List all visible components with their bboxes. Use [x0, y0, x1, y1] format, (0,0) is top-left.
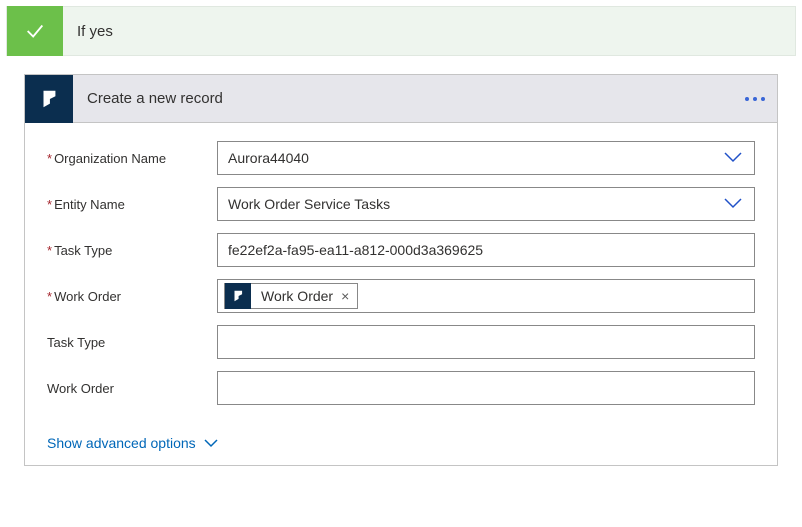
label-work-order-required: *Work Order	[47, 289, 217, 304]
row-organization-name: *Organization Name Aurora44040	[47, 141, 755, 175]
checkmark-icon	[7, 6, 63, 56]
label-organization-name: *Organization Name	[47, 151, 217, 166]
dynamics-icon	[25, 75, 73, 123]
label-work-order: Work Order	[47, 381, 217, 396]
close-icon[interactable]: ×	[341, 288, 357, 304]
label-task-type: Task Type	[47, 335, 217, 350]
row-work-order: Work Order	[47, 371, 755, 405]
dropdown-organization-name[interactable]: Aurora44040	[217, 141, 755, 175]
row-task-type-required: *Task Type fe22ef2a-fa95-ea11-a812-000d3…	[47, 233, 755, 267]
condition-header[interactable]: If yes	[6, 6, 796, 56]
token-work-order[interactable]: Work Order ×	[224, 283, 358, 309]
row-task-type: Task Type	[47, 325, 755, 359]
row-work-order-required: *Work Order Work Order ×	[47, 279, 755, 313]
more-menu-icon[interactable]	[745, 97, 765, 101]
card-header[interactable]: Create a new record	[25, 75, 777, 123]
row-entity-name: *Entity Name Work Order Service Tasks	[47, 187, 755, 221]
condition-title: If yes	[63, 23, 113, 40]
label-task-type-required: *Task Type	[47, 243, 217, 258]
chevron-down-icon	[204, 435, 218, 451]
chevron-down-icon	[724, 196, 742, 212]
input-task-type-required[interactable]: fe22ef2a-fa95-ea11-a812-000d3a369625	[217, 233, 755, 267]
dropdown-entity-name[interactable]: Work Order Service Tasks	[217, 187, 755, 221]
dynamics-icon	[225, 283, 251, 309]
form-body: *Organization Name Aurora44040 *Entity N…	[25, 123, 777, 465]
card-title: Create a new record	[73, 90, 223, 107]
action-card: Create a new record *Organization Name A…	[24, 74, 778, 466]
input-work-order[interactable]	[217, 371, 755, 405]
show-advanced-options-link[interactable]: Show advanced options	[47, 435, 218, 451]
chevron-down-icon	[724, 150, 742, 166]
input-task-type[interactable]	[217, 325, 755, 359]
label-entity-name: *Entity Name	[47, 197, 217, 212]
input-work-order-required[interactable]: Work Order ×	[217, 279, 755, 313]
